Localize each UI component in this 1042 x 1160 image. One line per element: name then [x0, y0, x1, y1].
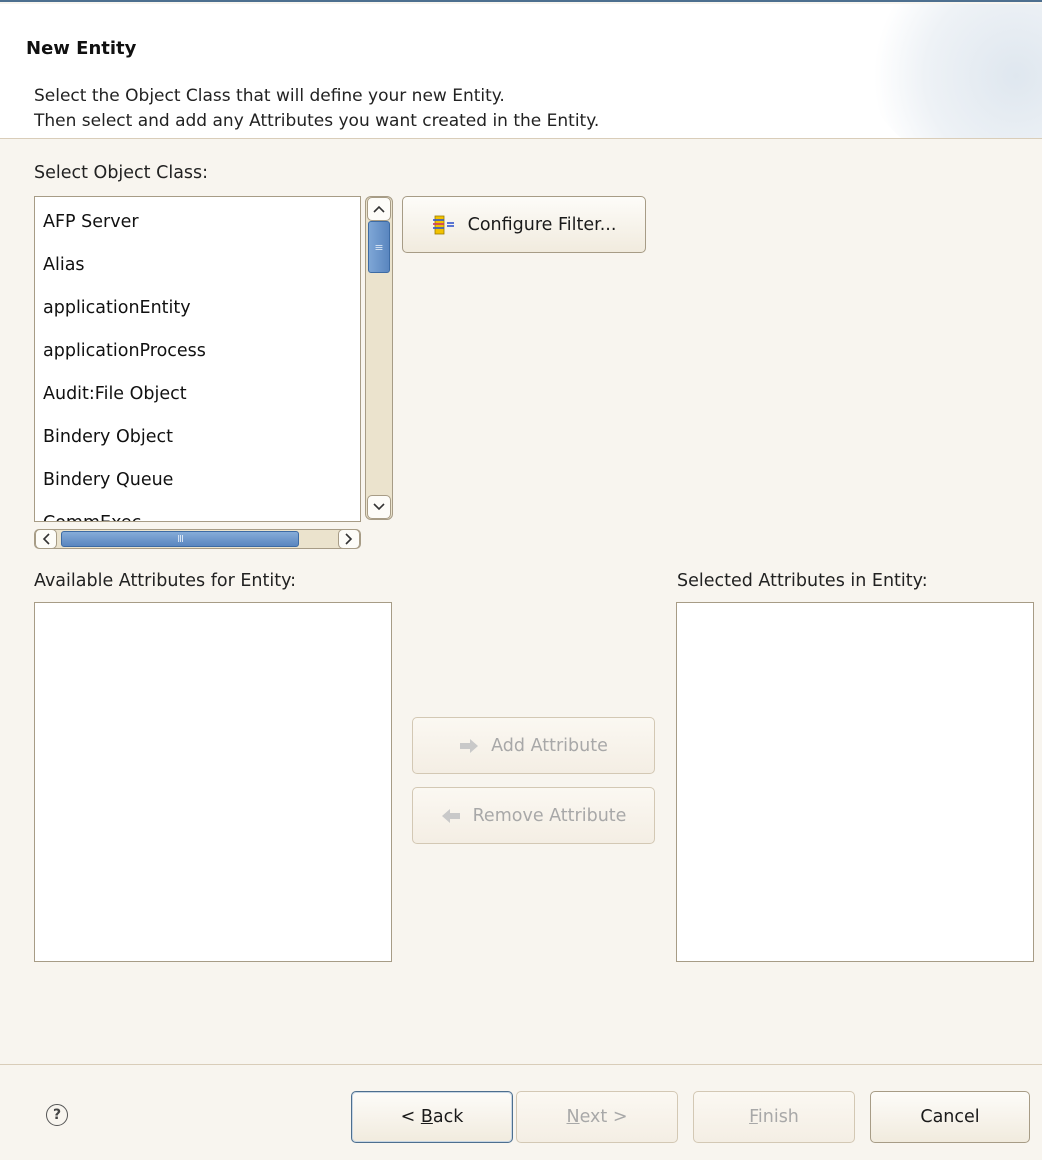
object-class-vertical-scrollbar[interactable]: ≡ [365, 196, 393, 520]
list-item[interactable]: Bindery Queue [35, 459, 360, 502]
available-attributes-list[interactable] [34, 602, 392, 962]
wizard-dialog: New Entity Select the Object Class that … [0, 0, 1042, 1160]
back-rest: ack [432, 1107, 464, 1127]
finish-mnemonic: F [749, 1107, 758, 1127]
list-item[interactable]: applicationProcess [35, 330, 360, 373]
scroll-left-button[interactable] [35, 529, 57, 549]
chevron-left-icon [42, 533, 50, 545]
object-class-horizontal-scrollbar[interactable]: III [34, 529, 361, 549]
next-mnemonic: N [566, 1107, 580, 1127]
next-rest: ext > [579, 1107, 628, 1127]
horizontal-scroll-thumb[interactable]: III [61, 531, 299, 547]
object-class-list[interactable]: AFP Server Alias applicationEntity applicat… [34, 196, 361, 522]
chevron-down-icon [373, 503, 385, 511]
header-decoration [862, 4, 1042, 138]
description-line-1: Select the Object Class that will define… [34, 86, 505, 106]
footer-separator [0, 1064, 1042, 1065]
list-item[interactable]: applicationEntity [35, 287, 360, 330]
wizard-header: New Entity Select the Object Class that … [0, 4, 1042, 139]
list-item[interactable]: Bindery Object [35, 416, 360, 459]
cancel-button[interactable]: Cancel [870, 1091, 1030, 1143]
add-attribute-label: Add Attribute [491, 735, 608, 756]
selected-attributes-list[interactable] [676, 602, 1034, 962]
back-label: < Back [401, 1107, 464, 1127]
scroll-right-button[interactable] [338, 529, 360, 549]
list-item[interactable]: Audit:File Object [35, 373, 360, 416]
back-prefix: < [400, 1107, 421, 1127]
selected-attributes-label: Selected Attributes in Entity: [677, 571, 928, 591]
list-item[interactable]: CommExec [35, 502, 360, 521]
filter-icon [432, 214, 456, 236]
object-class-label: Select Object Class: [34, 163, 209, 183]
scroll-down-button[interactable] [367, 495, 391, 519]
next-label: Next > [567, 1107, 628, 1127]
configure-filter-label: Configure Filter... [467, 214, 617, 235]
cancel-label: Cancel [920, 1107, 980, 1127]
vertical-scroll-thumb[interactable]: ≡ [368, 221, 390, 273]
list-item[interactable]: Alias [35, 244, 360, 287]
finish-button[interactable]: Finish [693, 1091, 855, 1143]
list-item[interactable]: AFP Server [35, 201, 360, 244]
page-description: Select the Object Class that will define… [34, 84, 599, 134]
next-button[interactable]: Next > [516, 1091, 678, 1143]
chevron-right-icon [345, 533, 353, 545]
configure-filter-button[interactable]: Configure Filter... [402, 196, 646, 253]
page-title: New Entity [26, 38, 137, 59]
available-attributes-label: Available Attributes for Entity: [34, 571, 297, 591]
remove-attribute-button[interactable]: Remove Attribute [412, 787, 655, 844]
finish-label: Finish [749, 1107, 799, 1127]
arrow-right-icon [459, 738, 479, 753]
scroll-up-button[interactable] [367, 197, 391, 221]
add-attribute-button[interactable]: Add Attribute [412, 717, 655, 774]
finish-rest: inish [757, 1107, 799, 1127]
chevron-up-icon [373, 205, 385, 213]
remove-attribute-label: Remove Attribute [472, 805, 627, 826]
back-mnemonic: B [420, 1107, 433, 1127]
description-line-2: Then select and add any Attributes you w… [34, 111, 600, 131]
arrow-left-icon [441, 808, 461, 823]
back-button[interactable]: < Back [351, 1091, 513, 1143]
help-icon[interactable]: ? [46, 1104, 68, 1126]
